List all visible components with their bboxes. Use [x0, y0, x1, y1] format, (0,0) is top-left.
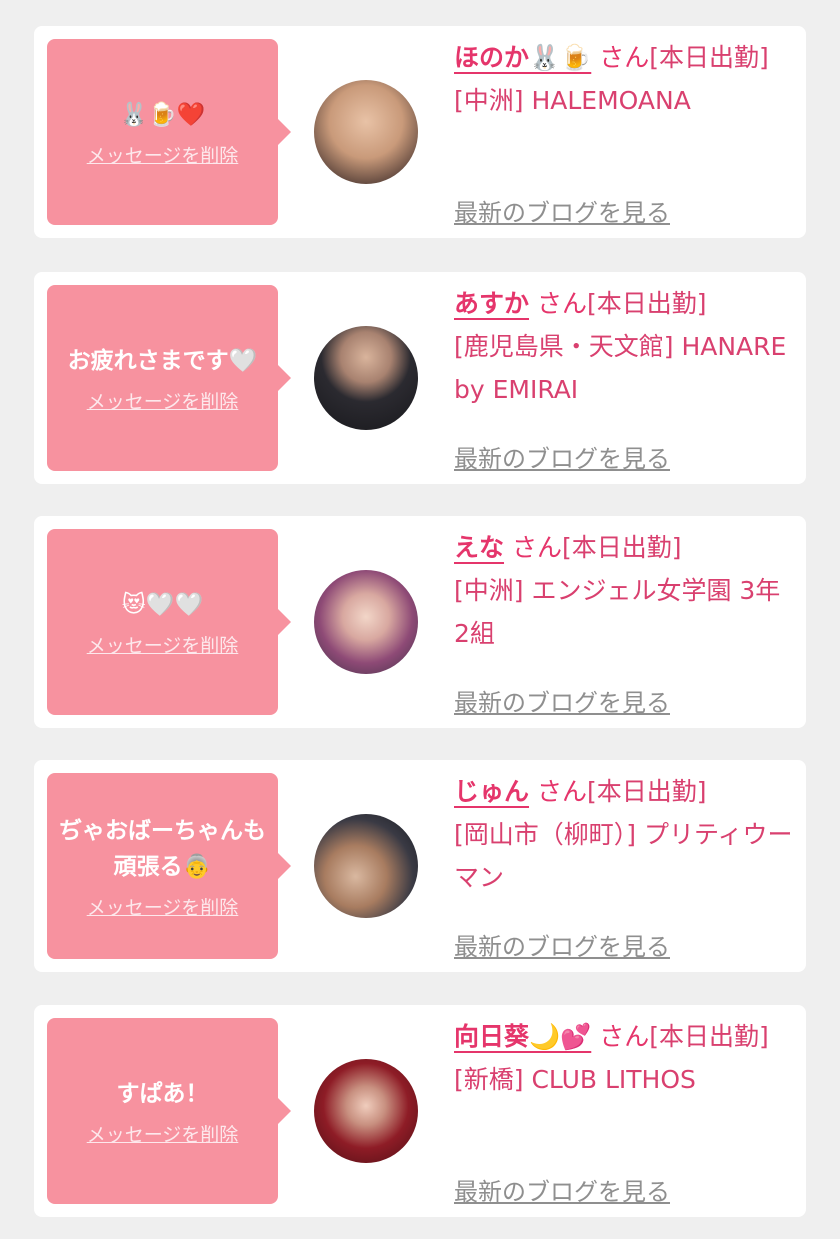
latest-blog-link[interactable]: 最新のブログを見る [454, 683, 670, 718]
cast-info: えな さん[本日出勤] [中洲] エンジェル女学園 3年2組 [454, 526, 794, 655]
cast-info: あすか さん[本日出勤] [鹿児島県・天文館] HANARE by EMIRAI [454, 282, 794, 411]
attendance-status: [本日出勤] [649, 1022, 769, 1051]
cast-name-link[interactable]: ほのか🐰🍺 [454, 43, 591, 72]
cast-name-link[interactable]: 向日葵🌙💕 [454, 1022, 591, 1051]
cast-info: じゅん さん[本日出勤] [岡山市（柳町）] プリティウーマン [454, 770, 794, 899]
latest-blog-link[interactable]: 最新のブログを見る [454, 193, 670, 228]
honorific: さん [599, 43, 650, 72]
message-text: 🐰🍺❤️ [119, 101, 206, 128]
avatar[interactable] [314, 326, 418, 430]
cast-name-link[interactable]: えな [454, 533, 504, 562]
shop-name: [中洲] HALEMOANA [454, 86, 691, 115]
message-bubble: ぢゃおばーちゃんも頑張る👵 メッセージを削除 [47, 773, 291, 959]
message-bubble: 😻🤍🤍 メッセージを削除 [47, 529, 291, 715]
cast-name-link[interactable]: あすか [454, 289, 529, 318]
cast-info: ほのか🐰🍺 さん[本日出勤] [中洲] HALEMOANA [454, 36, 794, 122]
message-text: 😻🤍🤍 [121, 591, 204, 618]
message-bubble: すぱあ！ メッセージを削除 [47, 1018, 291, 1204]
message-card-list: 🐰🍺❤️ メッセージを削除 ほのか🐰🍺 さん[本日出勤] [中洲] HALEMO… [0, 0, 840, 1239]
avatar[interactable] [314, 1059, 418, 1163]
delete-message-link[interactable]: メッセージを削除 [87, 893, 239, 920]
attendance-status: [本日出勤] [649, 43, 769, 72]
attendance-status: [本日出勤] [586, 777, 707, 806]
delete-message-link[interactable]: メッセージを削除 [87, 631, 239, 658]
message-card: お疲れさまです🤍 メッセージを削除 あすか さん[本日出勤] [鹿児島県・天文館… [34, 272, 806, 484]
avatar[interactable] [314, 814, 418, 918]
avatar[interactable] [314, 80, 418, 184]
latest-blog-link[interactable]: 最新のブログを見る [454, 927, 670, 962]
honorific: さん [599, 1022, 650, 1051]
message-bubble: 🐰🍺❤️ メッセージを削除 [47, 39, 291, 225]
message-card: 😻🤍🤍 メッセージを削除 えな さん[本日出勤] [中洲] エンジェル女学園 3… [34, 516, 806, 728]
honorific: さん [511, 533, 562, 562]
attendance-status: [本日出勤] [561, 533, 682, 562]
message-bubble: お疲れさまです🤍 メッセージを削除 [47, 285, 291, 471]
message-card: ぢゃおばーちゃんも頑張る👵 メッセージを削除 じゅん さん[本日出勤] [岡山市… [34, 760, 806, 972]
message-text: ぢゃおばーちゃんも頑張る👵 [59, 817, 266, 880]
attendance-status: [本日出勤] [586, 289, 707, 318]
message-card: 🐰🍺❤️ メッセージを削除 ほのか🐰🍺 さん[本日出勤] [中洲] HALEMO… [34, 26, 806, 238]
message-card: すぱあ！ メッセージを削除 向日葵🌙💕 さん[本日出勤] [新橋] CLUB L… [34, 1005, 806, 1217]
shop-name: [新橋] CLUB LITHOS [454, 1065, 696, 1094]
latest-blog-link[interactable]: 最新のブログを見る [454, 439, 670, 474]
shop-name: [鹿児島県・天文館] HANARE by EMIRAI [454, 332, 787, 404]
delete-message-link[interactable]: メッセージを削除 [87, 1120, 239, 1147]
shop-name: [岡山市（柳町）] プリティウーマン [454, 820, 793, 892]
delete-message-link[interactable]: メッセージを削除 [87, 141, 239, 168]
cast-name-link[interactable]: じゅん [454, 777, 529, 806]
message-text: すぱあ！ [116, 1080, 209, 1107]
latest-blog-link[interactable]: 最新のブログを見る [454, 1172, 670, 1207]
shop-name: [中洲] エンジェル女学園 3年2組 [454, 576, 781, 648]
cast-info: 向日葵🌙💕 さん[本日出勤] [新橋] CLUB LITHOS [454, 1015, 794, 1101]
message-text: お疲れさまです🤍 [67, 347, 258, 374]
delete-message-link[interactable]: メッセージを削除 [87, 387, 239, 414]
honorific: さん [536, 777, 587, 806]
avatar[interactable] [314, 570, 418, 674]
honorific: さん [536, 289, 587, 318]
